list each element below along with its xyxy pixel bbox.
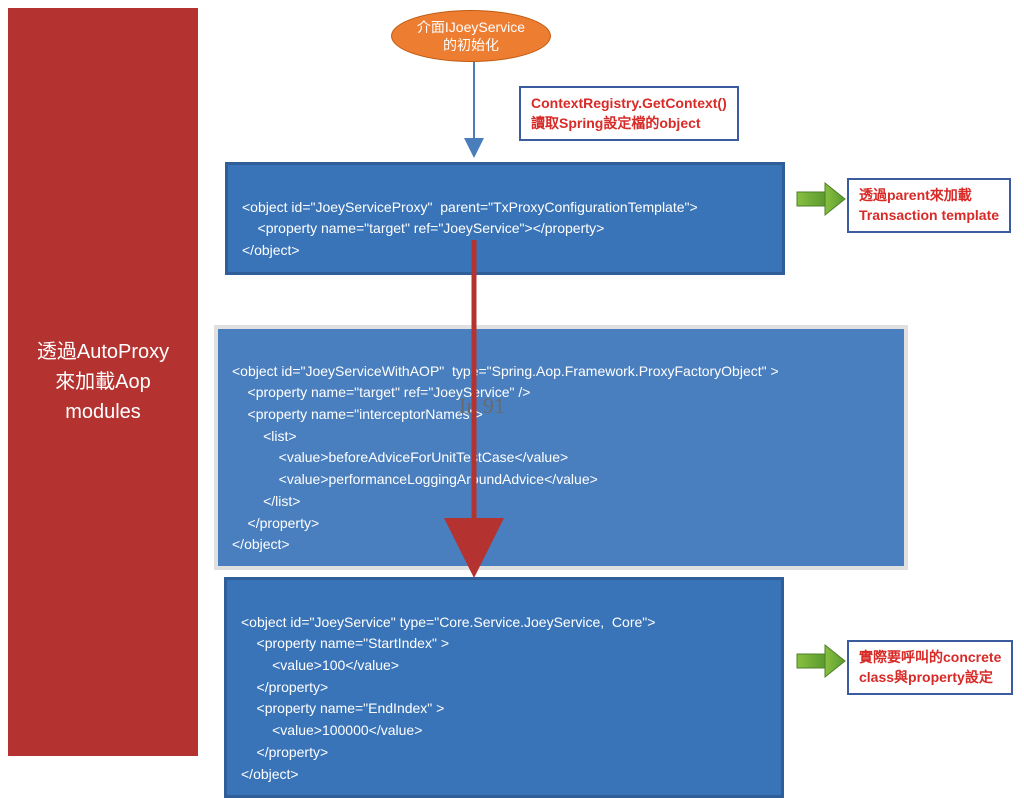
- box1-l3: </object>: [242, 242, 300, 258]
- callout-r2-line1: 實際要呼叫的concrete: [859, 649, 1001, 665]
- ellipse-line2: 的初始化: [443, 37, 499, 53]
- ellipse-line1: 介面IJoeyService: [417, 19, 525, 35]
- box2-l7: </list>: [232, 493, 300, 509]
- callout-contextregistry: ContextRegistry.GetContext() 讀取Spring設定檔…: [519, 86, 739, 141]
- callout-top-line1: ContextRegistry.GetContext(): [531, 95, 727, 111]
- codebox-service: <object id="JoeyService" type="Core.Serv…: [224, 577, 784, 798]
- box3-l5: <property name="EndIndex" >: [241, 700, 444, 716]
- box3-l8: </object>: [241, 766, 299, 782]
- box3-l7: </property>: [241, 744, 328, 760]
- box2-l5: <value>beforeAdviceForUnitTestCase</valu…: [232, 449, 568, 465]
- box2-l9: </object>: [232, 536, 290, 552]
- arrow-green-1: [797, 183, 845, 215]
- sidebar-line2: 來加載Aop: [55, 371, 151, 393]
- box1-l2: <property name="target" ref="JoeyService…: [242, 220, 604, 236]
- box3-l3: <value>100</value>: [241, 657, 399, 673]
- box2-l4: <list>: [232, 428, 297, 444]
- box2-l8: </property>: [232, 515, 319, 531]
- box3-l6: <value>100000</value>: [241, 722, 422, 738]
- box3-l1: <object id="JoeyService" type="Core.Serv…: [241, 614, 655, 630]
- callout-r1-line1: 透過parent來加載: [859, 187, 972, 203]
- sidebar-line1: 透過AutoProxy: [37, 341, 169, 363]
- callout-parent-template: 透過parent來加載 Transaction template: [847, 178, 1011, 233]
- box2-l2: <property name="target" ref="JoeyService…: [232, 384, 530, 400]
- box2-l1: <object id="JoeyServiceWithAOP" type="Sp…: [232, 363, 779, 379]
- sidebar-line3: modules: [65, 401, 141, 423]
- start-ellipse: 介面IJoeyService 的初始化: [391, 10, 551, 62]
- codebox-aop: <object id="JoeyServiceWithAOP" type="Sp…: [214, 325, 908, 570]
- callout-concrete-class: 實際要呼叫的concrete class與property設定: [847, 640, 1013, 695]
- codebox-proxy: <object id="JoeyServiceProxy" parent="Tx…: [225, 162, 785, 275]
- callout-r2-line2: class與property設定: [859, 669, 993, 685]
- arrow-green-2: [797, 645, 845, 677]
- callout-top-line2: 讀取Spring設定檔的object: [531, 115, 701, 131]
- box3-l2: <property name="StartIndex" >: [241, 635, 449, 651]
- sidebar-label: 透過AutoProxy 來加載Aop modules: [8, 8, 198, 756]
- callout-r1-line2: Transaction template: [859, 207, 999, 223]
- box1-l1: <object id="JoeyServiceProxy" parent="Tx…: [242, 199, 698, 215]
- box2-l3: <property name="interceptorNames">: [232, 406, 483, 422]
- box3-l4: </property>: [241, 679, 328, 695]
- box2-l6: <value>performanceLoggingAroundAdvice</v…: [232, 471, 598, 487]
